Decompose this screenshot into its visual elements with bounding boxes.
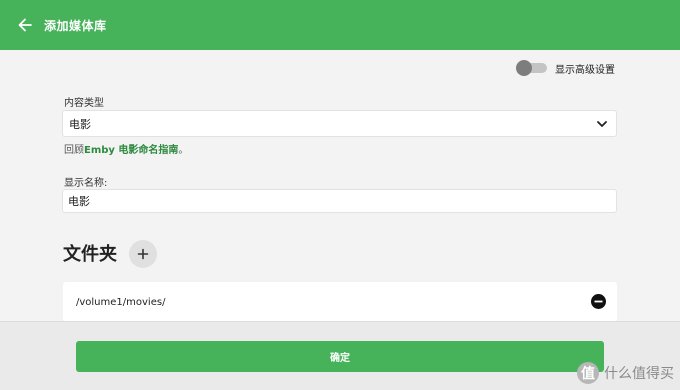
hint-prefix: 回顾 (64, 145, 84, 156)
add-folder-button[interactable] (129, 240, 157, 268)
content-type-label: 内容类型 (64, 98, 104, 109)
confirm-button[interactable]: 确定 (76, 341, 604, 372)
footer-bar: 确定 值 什么值得买 (0, 321, 680, 390)
display-name-label: 显示名称: (64, 178, 108, 189)
folder-path: /volume1/movies/ (76, 296, 166, 308)
folder-list-item: /volume1/movies/ (63, 282, 617, 322)
watermark: 值 什么值得买 (577, 362, 674, 384)
chevron-down-icon (597, 121, 607, 127)
back-button[interactable] (14, 14, 36, 36)
page-title: 添加媒体库 (44, 18, 107, 33)
content-type-value: 电影 (69, 117, 91, 131)
toggle-knob (516, 60, 532, 76)
display-name-input[interactable] (62, 189, 617, 213)
advanced-settings-toggle[interactable] (516, 60, 547, 76)
hint-suffix: 。 (178, 145, 189, 156)
watermark-logo: 值 (577, 362, 599, 384)
advanced-settings-label: 显示高级设置 (555, 64, 615, 76)
folders-title: 文件夹 (63, 244, 117, 265)
advanced-settings-row: 显示高级设置 (516, 60, 615, 76)
app-header: 添加媒体库 (0, 0, 680, 50)
naming-hint: 回顾Emby 电影命名指南。 (64, 141, 188, 156)
plus-icon (137, 248, 149, 260)
arrow-left-icon (18, 18, 32, 32)
watermark-text: 什么值得买 (604, 366, 674, 382)
naming-guide-link[interactable]: Emby 电影命名指南 (84, 145, 178, 156)
remove-folder-icon[interactable] (591, 294, 606, 309)
content-type-select[interactable]: 电影 (62, 110, 617, 137)
